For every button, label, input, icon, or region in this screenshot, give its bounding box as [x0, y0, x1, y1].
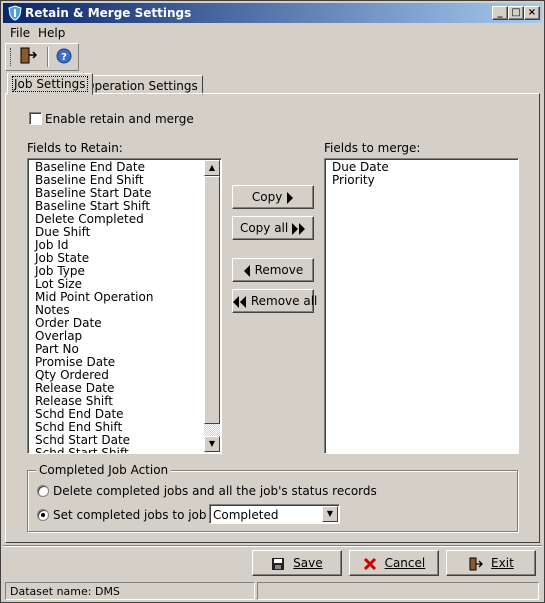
- double-arrow-right-icon: [292, 222, 306, 235]
- enable-retain-merge-label: Enable retain and merge: [45, 112, 194, 126]
- status-panel-empty: [257, 582, 539, 600]
- toolbar-grip[interactable]: [10, 48, 13, 66]
- fields-to-merge-list[interactable]: Due Date Priority: [324, 158, 519, 454]
- floppy-save-icon: [272, 557, 285, 570]
- svg-text:?: ?: [61, 52, 67, 63]
- copy-all-button[interactable]: Copy all: [232, 216, 314, 240]
- maximize-button[interactable]: □: [508, 6, 524, 20]
- remove-all-button[interactable]: Remove all: [232, 289, 317, 313]
- delete-completed-label: Delete completed jobs and all the job's …: [53, 484, 377, 498]
- fields-to-merge-label: Fields to merge:: [324, 141, 421, 155]
- menu-help[interactable]: Help: [38, 26, 65, 40]
- door-exit-icon: [469, 557, 484, 570]
- copy-button[interactable]: Copy: [232, 185, 314, 209]
- shield-app-icon: [8, 5, 22, 21]
- help-icon: ?: [56, 48, 72, 64]
- double-arrow-left-icon: [233, 295, 246, 308]
- exit-tool-button[interactable]: [17, 46, 41, 68]
- fields-to-retain-list[interactable]: Baseline End Date Baseline End Shift Basel…: [27, 158, 222, 454]
- cancel-button[interactable]: Cancel: [349, 550, 439, 576]
- tab-operation-settings[interactable]: Operation Settings: [80, 75, 203, 95]
- enable-retain-merge-checkbox[interactable]: [29, 112, 42, 125]
- delete-completed-radio[interactable]: [37, 485, 49, 497]
- chevron-down-icon[interactable]: ▼: [322, 506, 338, 522]
- toolbar-separator: [47, 47, 49, 67]
- main-window: Retain & Merge Settings _ □ × File Help …: [0, 0, 545, 603]
- arrow-left-icon: [243, 264, 250, 277]
- fields-to-retain-label: Fields to Retain:: [27, 141, 123, 155]
- job-state-value: Completed: [213, 508, 279, 522]
- tab-job-settings[interactable]: Job Settings: [7, 73, 93, 95]
- dataset-name-status: Dataset name: DMS: [5, 582, 255, 600]
- scroll-up-icon[interactable]: ▲: [204, 160, 220, 176]
- menu-bar: File Help: [3, 24, 542, 42]
- remove-button[interactable]: Remove: [232, 258, 314, 282]
- job-state-select[interactable]: Completed ▼: [209, 504, 340, 524]
- window-title: Retain & Merge Settings: [25, 6, 192, 20]
- status-bar: Dataset name: DMS: [3, 581, 542, 601]
- title-bar[interactable]: Retain & Merge Settings _ □ ×: [3, 3, 542, 23]
- set-job-state-radio[interactable]: [37, 509, 49, 521]
- scroll-thumb[interactable]: [204, 176, 220, 424]
- scroll-down-icon[interactable]: ▼: [204, 436, 220, 452]
- save-button[interactable]: Save: [252, 550, 342, 576]
- menu-file[interactable]: File: [10, 26, 30, 40]
- toolbar: ?: [5, 43, 79, 71]
- red-x-icon: [363, 557, 376, 570]
- help-tool-button[interactable]: ?: [53, 46, 77, 68]
- footer-divider: [3, 545, 542, 547]
- list-item[interactable]: Schd Start Shift: [30, 447, 204, 454]
- arrow-right-icon: [287, 191, 294, 204]
- close-button[interactable]: ×: [524, 6, 540, 20]
- completed-job-action-title: Completed Job Action: [36, 463, 172, 477]
- door-exit-icon: [20, 47, 38, 64]
- list-item[interactable]: Priority: [327, 174, 515, 187]
- minimize-button[interactable]: _: [492, 6, 508, 20]
- exit-button[interactable]: Exit: [446, 550, 536, 576]
- retain-list-scrollbar[interactable]: ▲ ▼: [204, 160, 220, 452]
